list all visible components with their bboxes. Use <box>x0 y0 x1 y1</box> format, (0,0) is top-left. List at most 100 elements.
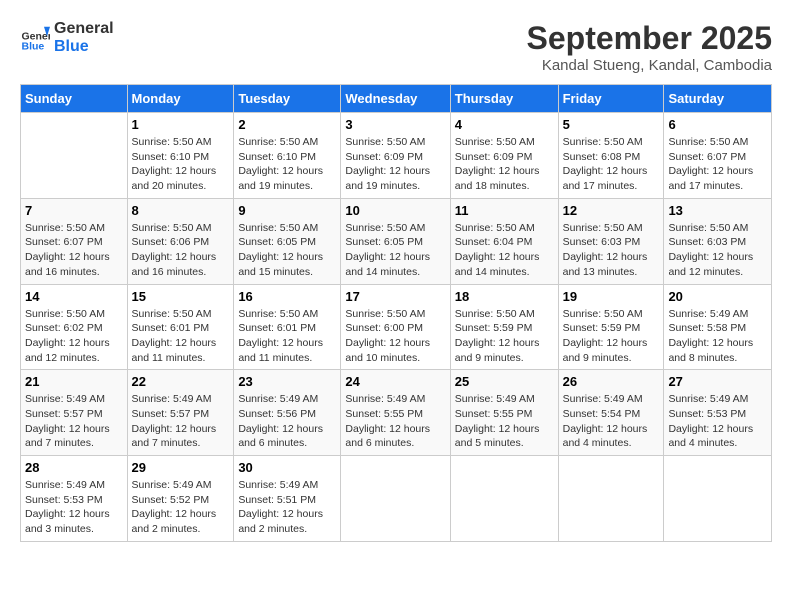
day-info: Sunrise: 5:50 AM Sunset: 6:10 PM Dayligh… <box>132 135 230 194</box>
day-number: 15 <box>132 289 230 304</box>
day-number: 14 <box>25 289 123 304</box>
calendar-cell: 29 Sunrise: 5:49 AM Sunset: 5:52 PM Dayli… <box>127 456 234 542</box>
day-number: 1 <box>132 117 230 132</box>
day-info: Sunrise: 5:50 AM Sunset: 5:59 PM Dayligh… <box>563 307 660 366</box>
day-number: 12 <box>563 203 660 218</box>
day-info: Sunrise: 5:49 AM Sunset: 5:57 PM Dayligh… <box>25 392 123 451</box>
day-number: 23 <box>238 374 336 389</box>
day-number: 11 <box>455 203 554 218</box>
day-header-sunday: Sunday <box>21 85 128 113</box>
day-number: 22 <box>132 374 230 389</box>
calendar-cell: 27 Sunrise: 5:49 AM Sunset: 5:53 PM Dayli… <box>664 370 772 456</box>
day-info: Sunrise: 5:50 AM Sunset: 6:01 PM Dayligh… <box>238 307 336 366</box>
day-header-wednesday: Wednesday <box>341 85 450 113</box>
logo-blue-text: Blue <box>54 38 114 56</box>
day-number: 20 <box>668 289 767 304</box>
day-number: 24 <box>345 374 445 389</box>
day-info: Sunrise: 5:50 AM Sunset: 6:03 PM Dayligh… <box>668 221 767 280</box>
day-number: 26 <box>563 374 660 389</box>
calendar-cell: 21 Sunrise: 5:49 AM Sunset: 5:57 PM Dayli… <box>21 370 128 456</box>
logo-general-text: General <box>54 20 114 38</box>
day-info: Sunrise: 5:49 AM Sunset: 5:53 PM Dayligh… <box>25 478 123 537</box>
day-number: 28 <box>25 460 123 475</box>
calendar-cell: 19Sunrise: 5:50 AM Sunset: 5:59 PM Dayli… <box>558 284 664 370</box>
calendar-header-row: SundayMondayTuesdayWednesdayThursdayFrid… <box>21 85 772 113</box>
title-area: September 2025 Kandal Stueng, Kandal, Ca… <box>527 20 772 74</box>
calendar-cell <box>664 456 772 542</box>
calendar-cell: 6Sunrise: 5:50 AM Sunset: 6:07 PM Daylig… <box>664 113 772 199</box>
calendar-cell <box>341 456 450 542</box>
day-info: Sunrise: 5:50 AM Sunset: 6:07 PM Dayligh… <box>668 135 767 194</box>
calendar-cell <box>450 456 558 542</box>
calendar-cell <box>21 113 128 199</box>
day-header-thursday: Thursday <box>450 85 558 113</box>
calendar-cell: 20 Sunrise: 5:49 AM Sunset: 5:58 PM Dayli… <box>664 284 772 370</box>
calendar-cell: 1 Sunrise: 5:50 AM Sunset: 6:10 PM Daylig… <box>127 113 234 199</box>
day-info: Sunrise: 5:50 AM Sunset: 6:01 PM Dayligh… <box>132 307 230 366</box>
day-number: 25 <box>455 374 554 389</box>
day-info: Sunrise: 5:50 AM Sunset: 5:59 PM Dayligh… <box>455 307 554 366</box>
location-title: Kandal Stueng, Kandal, Cambodia <box>527 57 772 74</box>
calendar-week-row: 7Sunrise: 5:50 AM Sunset: 6:07 PM Daylig… <box>21 198 772 284</box>
calendar-week-row: 1 Sunrise: 5:50 AM Sunset: 6:10 PM Daylig… <box>21 113 772 199</box>
day-info: Sunrise: 5:50 AM Sunset: 6:07 PM Dayligh… <box>25 221 123 280</box>
calendar-table: SundayMondayTuesdayWednesdayThursdayFrid… <box>20 84 772 542</box>
calendar-cell: 13Sunrise: 5:50 AM Sunset: 6:03 PM Dayli… <box>664 198 772 284</box>
day-info: Sunrise: 5:50 AM Sunset: 6:04 PM Dayligh… <box>455 221 554 280</box>
calendar-cell: 16 Sunrise: 5:50 AM Sunset: 6:01 PM Dayli… <box>234 284 341 370</box>
day-info: Sunrise: 5:50 AM Sunset: 6:05 PM Dayligh… <box>238 221 336 280</box>
calendar-cell: 4Sunrise: 5:50 AM Sunset: 6:09 PM Daylig… <box>450 113 558 199</box>
day-info: Sunrise: 5:49 AM Sunset: 5:58 PM Dayligh… <box>668 307 767 366</box>
calendar-cell: 12 Sunrise: 5:50 AM Sunset: 6:03 PM Dayli… <box>558 198 664 284</box>
calendar-cell: 9 Sunrise: 5:50 AM Sunset: 6:05 PM Daylig… <box>234 198 341 284</box>
day-number: 4 <box>455 117 554 132</box>
day-number: 9 <box>238 203 336 218</box>
day-info: Sunrise: 5:49 AM Sunset: 5:55 PM Dayligh… <box>455 392 554 451</box>
day-info: Sunrise: 5:50 AM Sunset: 6:00 PM Dayligh… <box>345 307 445 366</box>
day-header-friday: Friday <box>558 85 664 113</box>
calendar-week-row: 21 Sunrise: 5:49 AM Sunset: 5:57 PM Dayli… <box>21 370 772 456</box>
page-header: General Blue General Blue September 2025… <box>20 20 772 74</box>
day-number: 5 <box>563 117 660 132</box>
calendar-cell: 7Sunrise: 5:50 AM Sunset: 6:07 PM Daylig… <box>21 198 128 284</box>
calendar-cell: 23 Sunrise: 5:49 AM Sunset: 5:56 PM Dayli… <box>234 370 341 456</box>
day-header-tuesday: Tuesday <box>234 85 341 113</box>
day-header-monday: Monday <box>127 85 234 113</box>
calendar-cell: 28 Sunrise: 5:49 AM Sunset: 5:53 PM Dayli… <box>21 456 128 542</box>
calendar-cell: 10Sunrise: 5:50 AM Sunset: 6:05 PM Dayli… <box>341 198 450 284</box>
day-number: 21 <box>25 374 123 389</box>
logo: General Blue General Blue <box>20 20 114 55</box>
day-number: 2 <box>238 117 336 132</box>
day-info: Sunrise: 5:50 AM Sunset: 6:09 PM Dayligh… <box>345 135 445 194</box>
calendar-cell: 8Sunrise: 5:50 AM Sunset: 6:06 PM Daylig… <box>127 198 234 284</box>
day-number: 10 <box>345 203 445 218</box>
day-info: Sunrise: 5:49 AM Sunset: 5:51 PM Dayligh… <box>238 478 336 537</box>
day-info: Sunrise: 5:49 AM Sunset: 5:52 PM Dayligh… <box>132 478 230 537</box>
calendar-cell: 18 Sunrise: 5:50 AM Sunset: 5:59 PM Dayli… <box>450 284 558 370</box>
day-number: 29 <box>132 460 230 475</box>
day-info: Sunrise: 5:50 AM Sunset: 6:08 PM Dayligh… <box>563 135 660 194</box>
logo-icon: General Blue <box>20 23 50 53</box>
calendar-cell: 15 Sunrise: 5:50 AM Sunset: 6:01 PM Dayli… <box>127 284 234 370</box>
calendar-week-row: 28 Sunrise: 5:49 AM Sunset: 5:53 PM Dayli… <box>21 456 772 542</box>
day-info: Sunrise: 5:50 AM Sunset: 6:02 PM Dayligh… <box>25 307 123 366</box>
day-number: 27 <box>668 374 767 389</box>
day-number: 16 <box>238 289 336 304</box>
day-number: 30 <box>238 460 336 475</box>
day-number: 17 <box>345 289 445 304</box>
day-header-saturday: Saturday <box>664 85 772 113</box>
day-info: Sunrise: 5:50 AM Sunset: 6:03 PM Dayligh… <box>563 221 660 280</box>
calendar-cell: 5 Sunrise: 5:50 AM Sunset: 6:08 PM Daylig… <box>558 113 664 199</box>
day-number: 18 <box>455 289 554 304</box>
day-info: Sunrise: 5:49 AM Sunset: 5:56 PM Dayligh… <box>238 392 336 451</box>
day-info: Sunrise: 5:50 AM Sunset: 6:10 PM Dayligh… <box>238 135 336 194</box>
day-number: 3 <box>345 117 445 132</box>
calendar-cell: 26 Sunrise: 5:49 AM Sunset: 5:54 PM Dayli… <box>558 370 664 456</box>
calendar-cell: 22Sunrise: 5:49 AM Sunset: 5:57 PM Dayli… <box>127 370 234 456</box>
calendar-cell: 11 Sunrise: 5:50 AM Sunset: 6:04 PM Dayli… <box>450 198 558 284</box>
calendar-cell: 24Sunrise: 5:49 AM Sunset: 5:55 PM Dayli… <box>341 370 450 456</box>
day-number: 8 <box>132 203 230 218</box>
calendar-cell: 17 Sunrise: 5:50 AM Sunset: 6:00 PM Dayli… <box>341 284 450 370</box>
day-info: Sunrise: 5:49 AM Sunset: 5:53 PM Dayligh… <box>668 392 767 451</box>
day-info: Sunrise: 5:49 AM Sunset: 5:54 PM Dayligh… <box>563 392 660 451</box>
